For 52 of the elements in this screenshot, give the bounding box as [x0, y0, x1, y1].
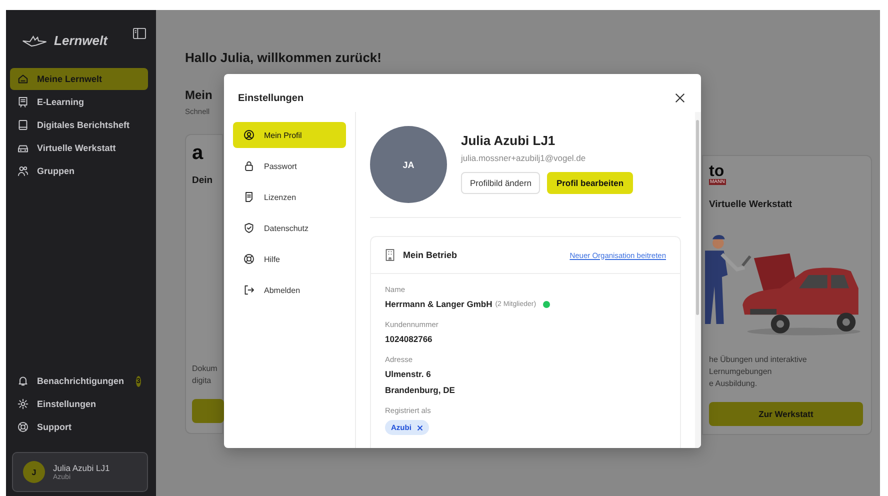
book-icon	[17, 119, 29, 131]
profile-email: julia.mossner+azubilj1@vogel.de	[461, 153, 587, 163]
field-value: Brandenburg, DE	[385, 384, 456, 397]
avatar: J	[23, 461, 45, 483]
settings-nav-item[interactable]: Lizenzen	[233, 184, 346, 210]
nav-item[interactable]: Gruppen	[10, 160, 148, 182]
profile-button[interactable]: Profil bearbeiten	[547, 172, 633, 194]
building-icon	[385, 249, 395, 261]
users-icon	[17, 165, 29, 177]
nav-item[interactable]: Virtuelle Werkstatt	[10, 137, 148, 159]
logo: a	[192, 143, 204, 163]
greeting: Hallo Julia, willkommen zurück!	[185, 50, 382, 67]
lifebuoy-icon	[243, 253, 255, 265]
card-description: e Ausbildung.	[709, 378, 758, 390]
settings-nav-item[interactable]: Passwort	[233, 153, 346, 179]
document-icon	[243, 191, 255, 203]
field-value: Ulmenstr. 6	[385, 368, 432, 381]
settings-nav-item[interactable]: Datenschutz	[233, 215, 346, 241]
settings-icon	[17, 398, 29, 410]
company-title: Mein Betrieb	[403, 250, 458, 260]
profile-name: Julia Azubi LJ1	[461, 133, 556, 148]
lock-icon	[243, 160, 255, 172]
nav-item[interactable]: Einstellungen	[10, 393, 148, 415]
company-name: Herrmann & Langer GmbH	[385, 298, 492, 311]
field-value: 1024082766	[385, 333, 434, 346]
remove-icon[interactable]	[417, 424, 424, 430]
home-icon	[17, 73, 29, 85]
card-title: Dein	[192, 175, 214, 186]
user-name: Julia Azubi LJ1	[53, 463, 110, 473]
settings-nav-item[interactable]: Hilfe	[233, 246, 346, 272]
lifebuoy-icon	[17, 421, 29, 433]
settings-nav-item[interactable]: Abmelden	[233, 277, 346, 303]
card-title: Virtuelle Werkstatt	[709, 199, 794, 210]
sidebar-toggle-icon[interactable]	[133, 28, 146, 39]
user-circle-icon	[243, 129, 255, 141]
card-description: digita	[192, 375, 212, 387]
card-description: Dokum	[192, 363, 218, 375]
logout-icon	[243, 284, 255, 296]
shield-icon	[243, 222, 255, 234]
dialog-title: Einstellungen	[238, 92, 304, 104]
close-button[interactable]	[673, 91, 687, 105]
nav-item[interactable]: Support	[10, 416, 148, 438]
section-title: Mein	[185, 88, 214, 102]
nav-item[interactable]: E-Learning	[10, 91, 148, 113]
profile-button[interactable]: Profilbild ändern	[461, 172, 540, 194]
nav-item[interactable]: Digitales Berichtsheft	[10, 114, 148, 136]
brand-name: Lernwelt	[54, 32, 108, 48]
avatar: JA	[370, 126, 447, 203]
settings-nav-item[interactable]: Mein Profil	[233, 122, 346, 148]
scrollbar[interactable]	[695, 112, 701, 448]
bell-icon	[17, 375, 29, 387]
certificate-icon	[17, 96, 29, 108]
